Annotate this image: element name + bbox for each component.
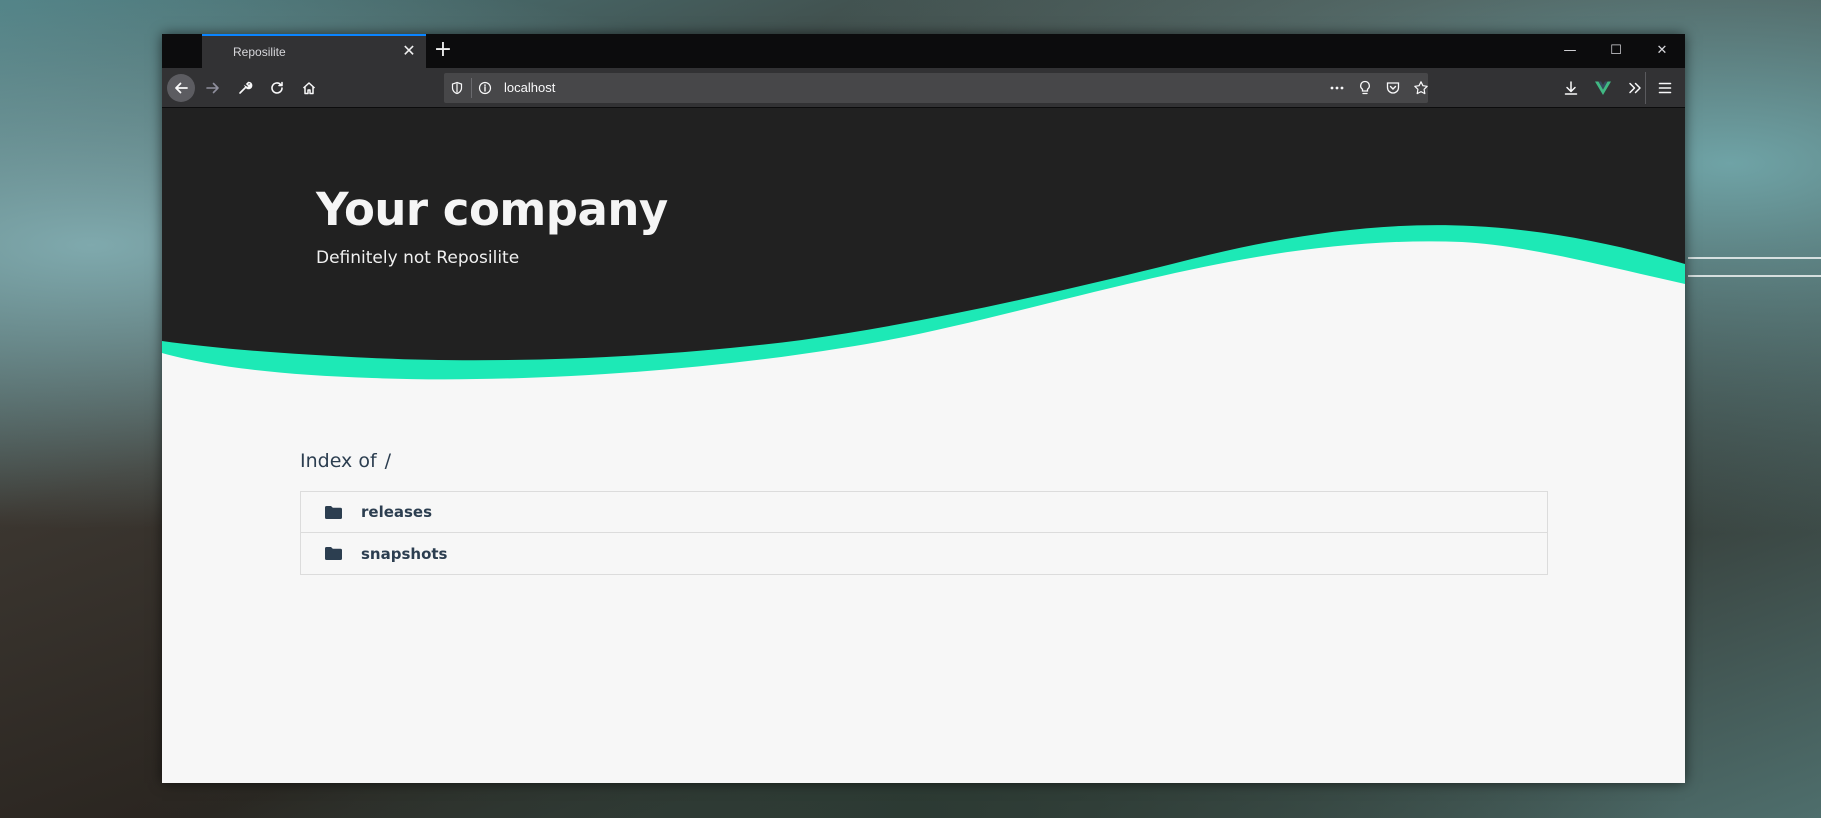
- minimize-button[interactable]: —: [1547, 34, 1593, 68]
- folder-icon: [325, 547, 342, 560]
- directory-listing: releases snapshots: [300, 491, 1548, 575]
- arrow-left-icon: [175, 82, 188, 94]
- close-tab-icon[interactable]: ✕: [400, 42, 418, 60]
- tracking-protection-icon[interactable]: [448, 79, 466, 97]
- back-button[interactable]: [167, 74, 195, 102]
- index-heading: Index of /: [300, 450, 391, 472]
- wallpaper-contrail: [1688, 275, 1821, 277]
- index-path: /: [384, 450, 392, 472]
- toolbar-separator: [1645, 72, 1646, 104]
- vue-logo-icon: [1595, 81, 1611, 95]
- list-item[interactable]: snapshots: [301, 533, 1547, 574]
- tab-reposilite[interactable]: Reposilite ✕: [202, 34, 426, 68]
- reload-icon: [271, 81, 283, 94]
- main-menu-button[interactable]: [1651, 74, 1679, 102]
- folder-icon: [325, 505, 342, 519]
- close-window-button[interactable]: ✕: [1639, 34, 1685, 68]
- page-actions-icon[interactable]: [1328, 79, 1346, 97]
- pocket-icon[interactable]: [1384, 79, 1402, 97]
- vue-devtools-button[interactable]: [1589, 74, 1617, 102]
- download-icon: [1564, 81, 1578, 95]
- wrench-icon: [239, 81, 253, 94]
- company-subtitle: Definitely not Reposilite: [316, 248, 520, 268]
- navigation-toolbar: localhost: [162, 68, 1685, 108]
- forward-button[interactable]: [199, 74, 227, 102]
- company-title: Your company: [316, 183, 668, 236]
- developer-tools-button[interactable]: [231, 74, 259, 102]
- wallpaper-contrail: [1688, 257, 1821, 259]
- page-content: Your company Definitely not Reposilite I…: [162, 108, 1685, 783]
- bookmark-star-icon[interactable]: [1412, 79, 1430, 97]
- tab-title: Reposilite: [233, 45, 286, 59]
- reload-button[interactable]: [263, 74, 291, 102]
- info-icon[interactable]: [476, 79, 494, 97]
- entry-name[interactable]: releases: [361, 503, 432, 521]
- list-item[interactable]: releases: [301, 492, 1547, 533]
- index-label: Index of: [300, 450, 377, 472]
- browser-window: Reposilite ✕ + — ☐ ✕ localhost Your comp…: [162, 34, 1685, 783]
- chevron-double-right-icon: [1629, 82, 1641, 94]
- arrow-right-icon: [206, 82, 219, 94]
- maximize-button[interactable]: ☐: [1593, 34, 1639, 68]
- hamburger-menu-icon: [1658, 82, 1672, 94]
- downloads-button[interactable]: [1557, 74, 1585, 102]
- entry-name[interactable]: snapshots: [361, 545, 447, 563]
- url-bar[interactable]: localhost: [444, 73, 1428, 103]
- lightbulb-icon[interactable]: [1356, 79, 1374, 97]
- url-text[interactable]: localhost: [504, 80, 555, 95]
- home-icon: [302, 82, 316, 95]
- url-separator: [471, 78, 472, 98]
- tab-strip: Reposilite ✕ + — ☐ ✕: [162, 34, 1685, 68]
- new-tab-button[interactable]: +: [430, 39, 456, 63]
- home-button[interactable]: [295, 74, 323, 102]
